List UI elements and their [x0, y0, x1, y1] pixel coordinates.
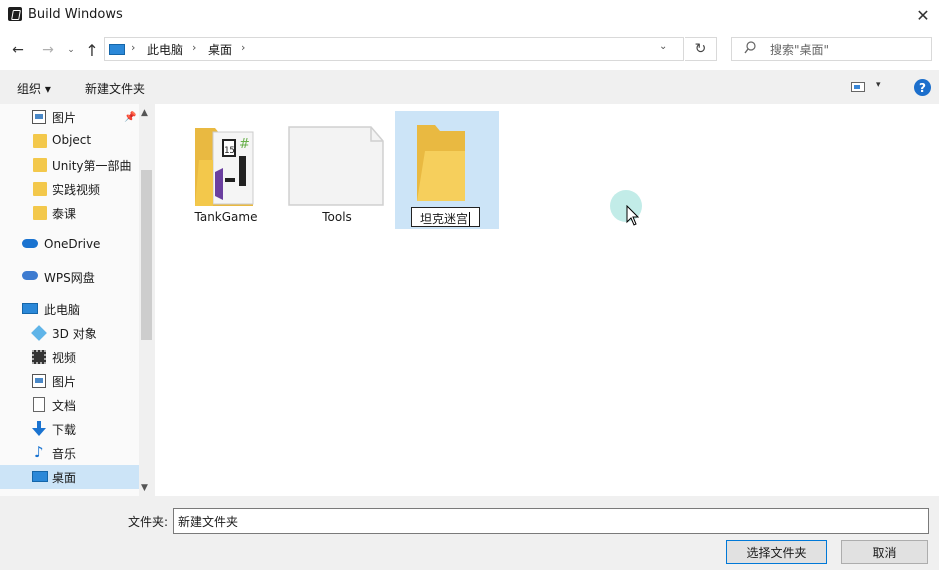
video-icon [32, 350, 46, 364]
cancel-button[interactable]: 取消 [841, 540, 928, 564]
sidebar-item-taike[interactable]: 泰课 [0, 201, 139, 225]
unity-app-icon [8, 7, 22, 21]
folder-icon [417, 125, 465, 201]
navigation-pane[interactable]: 图片 Object Unity第一部曲 实践视频 泰课 OneDrive WPS… [0, 104, 154, 496]
sidebar-item-onedrive[interactable]: OneDrive [0, 233, 139, 257]
up-button[interactable]: ↑ [83, 39, 101, 61]
sidebar-item-object[interactable]: Object [0, 129, 139, 153]
address-bar[interactable] [104, 37, 684, 61]
sidebar-scroll-thumb[interactable] [141, 170, 152, 340]
file-name: TankGame [194, 210, 258, 224]
sidebar-item-label: 桌面 [52, 471, 77, 485]
sidebar-item-desktop[interactable]: 桌面 [0, 465, 139, 489]
sidebar-item-documents[interactable]: 文档 [0, 393, 139, 417]
sidebar-item-label: Unity第一部曲 [52, 159, 132, 173]
search-placeholder: 搜索"桌面" [770, 43, 830, 57]
sidebar-item-label: 泰课 [52, 207, 77, 221]
sidebar-item-wps-cloud[interactable]: WPS网盘 [0, 265, 139, 289]
breadcrumb-separator[interactable]: › [192, 41, 196, 54]
back-button[interactable]: ← [8, 39, 28, 61]
breadcrumb-separator[interactable]: › [241, 41, 245, 54]
wps-cloud-icon [22, 271, 38, 280]
picture-icon [32, 110, 46, 124]
sidebar-item-pictures[interactable]: 图片 [0, 369, 139, 393]
file-item-tankgame[interactable]: 15 # TankGame [185, 112, 280, 227]
sidebar-item-practice-videos[interactable]: 实践视频 [0, 177, 139, 201]
refresh-button[interactable]: ↻ [685, 37, 717, 61]
sidebar-item-this-pc[interactable]: 此电脑 [0, 297, 139, 321]
sidebar-item-label: 图片 [52, 111, 77, 125]
sidebar-item-unity-part1[interactable]: Unity第一部曲 [0, 153, 139, 177]
folder-icon [33, 182, 47, 196]
picture-icon [32, 374, 46, 388]
text-caret [469, 212, 471, 226]
breadcrumb-desktop[interactable]: 桌面 [208, 41, 232, 58]
search-input[interactable] [731, 37, 932, 61]
view-options-dropdown[interactable]: ▾ [876, 80, 881, 90]
download-icon [32, 421, 46, 436]
sidebar-item-label: 图片 [52, 375, 77, 389]
folder-icon [33, 206, 47, 220]
folder-with-content-icon: 15 # [195, 128, 254, 206]
sidebar-item-music[interactable]: ♪ 音乐 [0, 441, 139, 465]
sidebar-item-pictures-quick[interactable]: 图片 [0, 105, 139, 129]
desktop-icon [32, 471, 48, 482]
organize-menu-button[interactable]: 组织 ▾ [17, 80, 51, 97]
breadcrumb-this-pc[interactable]: 此电脑 [147, 41, 183, 58]
folder-name-input[interactable] [173, 508, 929, 534]
select-folder-button[interactable]: 选择文件夹 [726, 540, 827, 564]
sidebar-item-label: 音乐 [52, 447, 77, 461]
3d-objects-icon [31, 325, 47, 341]
sidebar-item-label: 此电脑 [44, 303, 81, 317]
search-icon [744, 41, 756, 55]
folder-icon [33, 134, 47, 148]
breadcrumb-separator[interactable]: › [131, 41, 135, 54]
file-item-tools[interactable]: Tools [285, 112, 388, 227]
sidebar-item-label: 下载 [52, 423, 77, 437]
sidebar-item-label: 3D 对象 [52, 327, 97, 341]
view-options-icon[interactable] [851, 82, 865, 92]
computer-icon [22, 303, 38, 314]
title-bar [0, 0, 939, 30]
close-button[interactable]: ✕ [909, 2, 937, 28]
pin-icon[interactable]: 📌 [124, 112, 136, 123]
sidebar-item-label: Object [52, 133, 92, 147]
sidebar-item-3d-objects[interactable]: 3D 对象 [0, 321, 139, 345]
svg-text:15: 15 [224, 146, 235, 156]
rename-input[interactable]: 坦克迷宫 [411, 207, 480, 227]
sidebar-item-downloads[interactable]: 下载 [0, 417, 139, 441]
sidebar-item-label: OneDrive [44, 237, 101, 251]
file-name: Tools [322, 210, 352, 224]
scroll-down-arrow-icon[interactable]: ▼ [141, 483, 148, 493]
window-title: Build Windows [28, 7, 123, 22]
mouse-cursor-icon [626, 204, 640, 230]
sidebar-item-label: 实践视频 [52, 183, 101, 197]
file-item-new-folder[interactable]: 坦克迷宫 [395, 111, 499, 229]
document-icon [33, 397, 45, 412]
address-dropdown-button[interactable]: ⌄ [659, 41, 675, 52]
music-icon: ♪ [34, 443, 44, 461]
folder-icon [33, 158, 47, 172]
sidebar-item-videos[interactable]: 视频 [0, 345, 139, 369]
rename-input-text: 坦克迷宫 [420, 212, 469, 226]
cloud-icon [22, 239, 38, 248]
scroll-up-arrow-icon[interactable]: ▲ [141, 108, 148, 118]
help-icon[interactable]: ? [914, 79, 931, 96]
sidebar-item-label: WPS网盘 [44, 271, 95, 285]
empty-folder-icon [288, 126, 384, 206]
sidebar-item-label: 文档 [52, 399, 77, 413]
new-folder-button[interactable]: 新建文件夹 [85, 80, 145, 97]
svg-text:#: # [239, 137, 250, 152]
forward-button[interactable]: → [38, 39, 58, 61]
folder-field-label: 文件夹: [128, 515, 169, 529]
recent-locations-button[interactable]: ⌄ [64, 39, 78, 61]
sidebar-item-label: 视频 [52, 351, 77, 365]
computer-icon [109, 44, 125, 55]
